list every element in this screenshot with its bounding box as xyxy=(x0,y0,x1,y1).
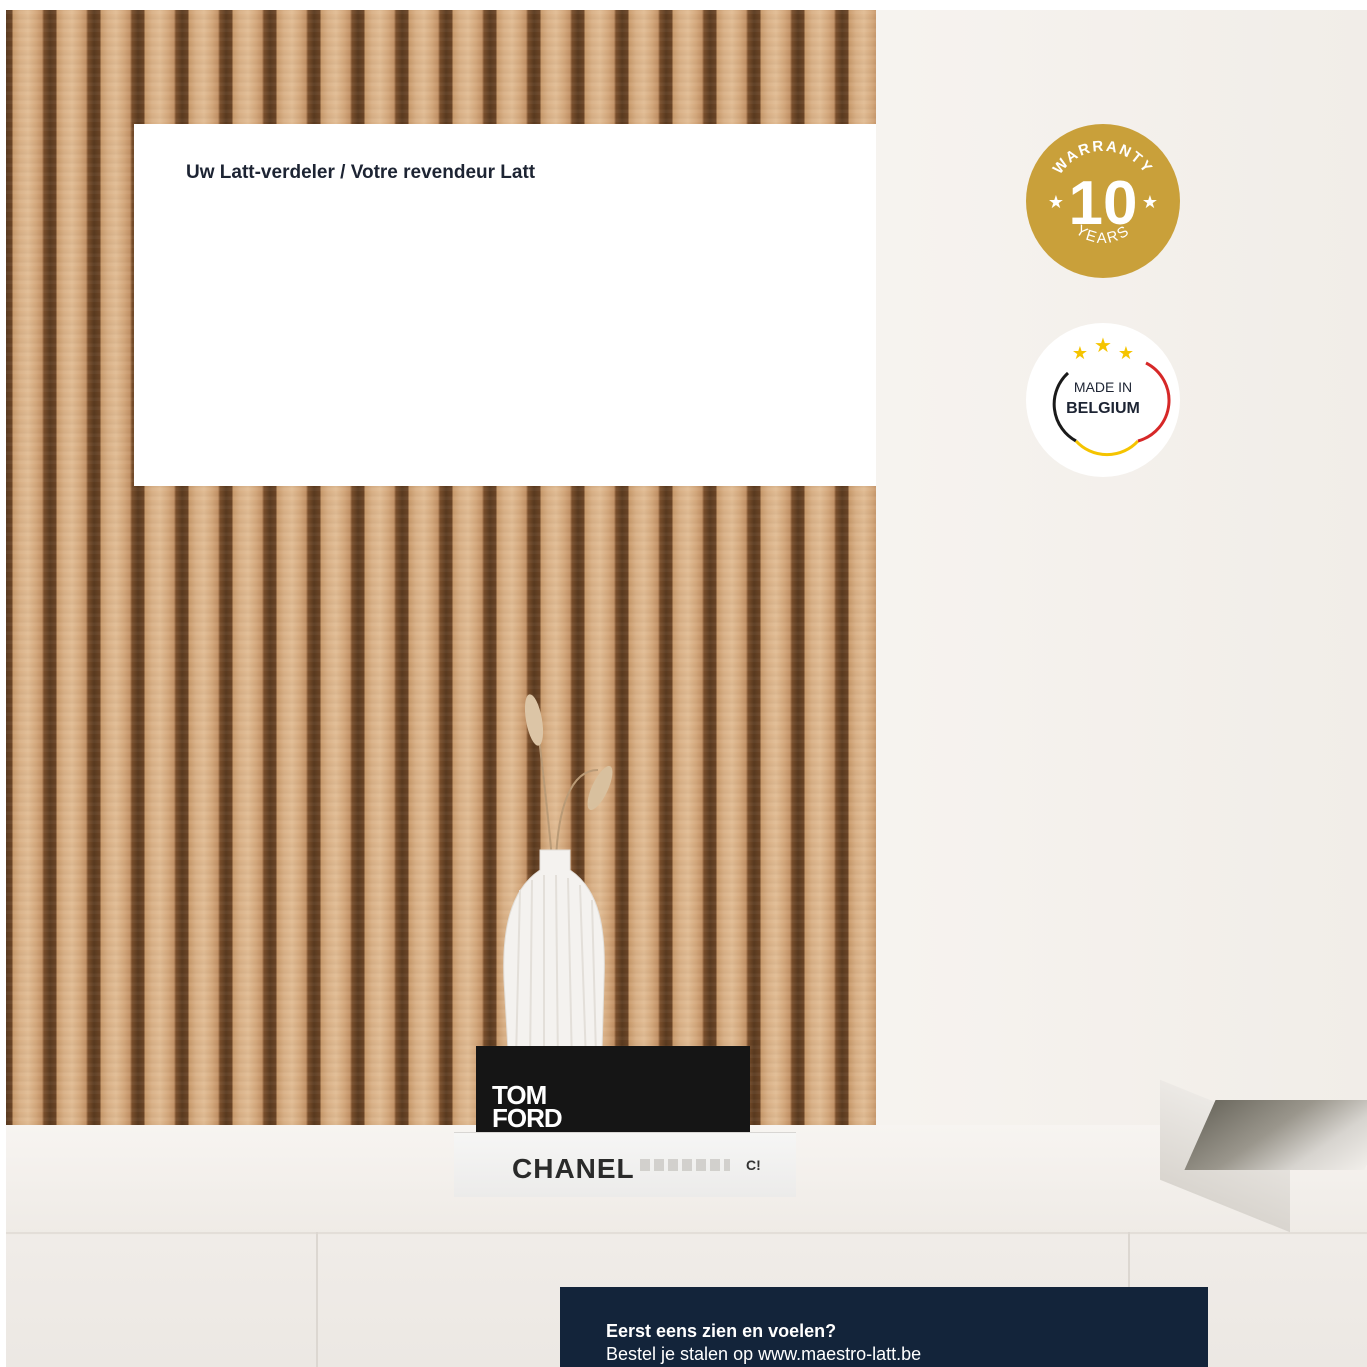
sideboard-edge xyxy=(6,1232,1367,1234)
star-icon: ★ xyxy=(1048,192,1064,213)
side-book-cover xyxy=(1184,1100,1367,1170)
side-book xyxy=(1160,1079,1367,1233)
cta-title: Eerst eens zien en voelen? xyxy=(606,1321,837,1341)
white-book: CHANEL C! xyxy=(454,1132,796,1197)
samples-cta-banner: Eerst eens zien en voelen? Bestel je sta… xyxy=(560,1287,1208,1367)
made-in-belgium-badge: ★ ★ ★ MADE IN BELGIUM xyxy=(1026,323,1180,477)
sideboard-door-seam xyxy=(316,1232,318,1367)
white-book-title: CHANEL xyxy=(512,1153,635,1184)
star-icon: ★ xyxy=(1094,333,1112,357)
black-book: TOM FORD xyxy=(476,1046,750,1138)
black-book-title: TOM FORD xyxy=(492,1080,563,1133)
white-book-subtitle-lines xyxy=(640,1159,730,1171)
cta-text: Bestel je stalen op www.maestro-latt.be xyxy=(606,1344,922,1364)
belgium-line1: MADE IN xyxy=(1074,379,1132,395)
white-book-logo: C! xyxy=(746,1157,761,1173)
belgium-line2: BELGIUM xyxy=(1066,400,1140,417)
warranty-badge: WARRANTY 10 ★ ★ YEARS xyxy=(1026,124,1180,278)
dealer-title: Uw Latt-verdeler / Votre revendeur Latt xyxy=(186,162,536,183)
star-icon: ★ xyxy=(1072,343,1088,364)
star-icon: ★ xyxy=(1118,343,1134,364)
dealer-info-panel: Uw Latt-verdeler / Votre revendeur Latt xyxy=(134,124,876,486)
star-icon: ★ xyxy=(1142,192,1158,213)
vase-with-dried-grass xyxy=(503,694,613,1069)
